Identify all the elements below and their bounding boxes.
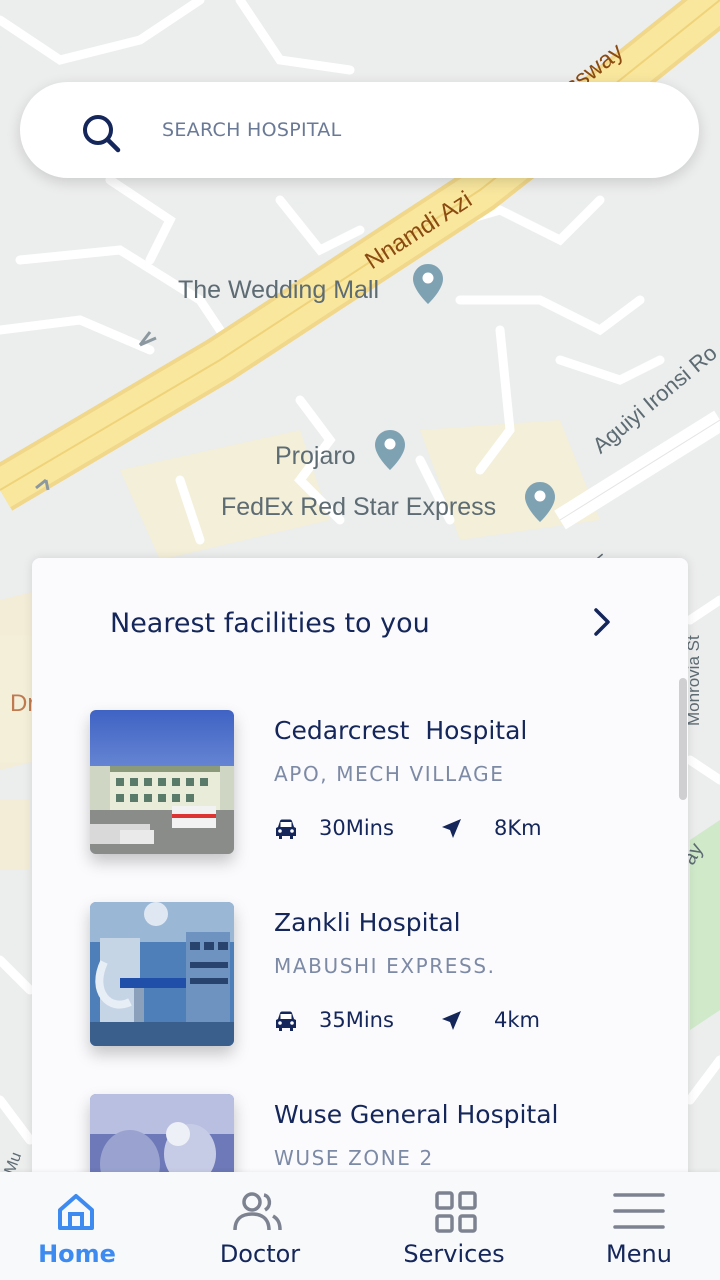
bottom-navigation: Home Doctor Services Menu	[0, 1172, 720, 1280]
facility-card[interactable]: Cedarcrest Hospital APO, MECH VILLAGE 30…	[90, 710, 650, 860]
nav-home[interactable]: Home	[0, 1172, 162, 1280]
place-label[interactable]: The Wedding Mall	[178, 276, 379, 305]
home-icon	[58, 1194, 94, 1230]
facility-name: Wuse General Hospital	[274, 1100, 559, 1129]
map-pin-icon[interactable]	[525, 482, 555, 522]
place-label[interactable]: FedEx Red Star Express	[221, 493, 496, 522]
car-icon	[276, 1011, 296, 1031]
nav-doctor-label: Doctor	[219, 1240, 301, 1268]
nav-menu-label: Menu	[606, 1240, 672, 1268]
place-label[interactable]: Projaro	[275, 442, 356, 471]
travel-time: 35Mins	[319, 1008, 394, 1032]
panel-title: Nearest facilities to you	[110, 608, 430, 639]
nav-services[interactable]: Services	[369, 1172, 539, 1280]
navigation-arrow-icon	[442, 1011, 461, 1030]
facility-address: APO, MECH VILLAGE	[274, 762, 505, 786]
chevron-right-icon[interactable]	[587, 606, 615, 638]
car-icon	[276, 819, 296, 839]
facility-photo	[90, 902, 234, 1046]
panel-scrollbar[interactable]	[679, 678, 687, 800]
facility-name: Cedarcrest Hospital	[274, 716, 528, 745]
nav-menu[interactable]: Menu	[554, 1172, 720, 1280]
facility-address: MABUSHI EXPRESS.	[274, 954, 496, 978]
nearest-facilities-panel: Nearest facilities to you Cedarcrest Hos…	[32, 558, 688, 1198]
users-icon	[233, 1192, 282, 1231]
facility-meta: 35Mins 4km	[274, 1008, 634, 1038]
hamburger-icon	[613, 1193, 665, 1229]
facility-card[interactable]: Zankli Hospital MABUSHI EXPRESS. 35Mins …	[90, 902, 650, 1052]
travel-time: 30Mins	[319, 816, 394, 840]
grid-icon	[435, 1191, 477, 1233]
nav-doctor[interactable]: Doctor	[175, 1172, 345, 1280]
map-pin-icon[interactable]	[375, 430, 405, 470]
search-input[interactable]	[162, 110, 662, 150]
nav-home-label: Home	[38, 1240, 116, 1268]
search-icon[interactable]	[80, 112, 122, 154]
distance: 8Km	[494, 816, 542, 840]
nav-services-label: Services	[403, 1240, 505, 1268]
distance: 4km	[494, 1008, 540, 1032]
search-bar[interactable]	[20, 82, 699, 178]
facility-meta: 30Mins 8Km	[274, 816, 634, 846]
map-pin-icon[interactable]	[413, 264, 443, 304]
facility-name: Zankli Hospital	[274, 908, 461, 937]
facility-photo	[90, 710, 234, 854]
navigation-arrow-icon	[442, 819, 461, 838]
facility-address: WUSE ZONE 2	[274, 1146, 434, 1170]
